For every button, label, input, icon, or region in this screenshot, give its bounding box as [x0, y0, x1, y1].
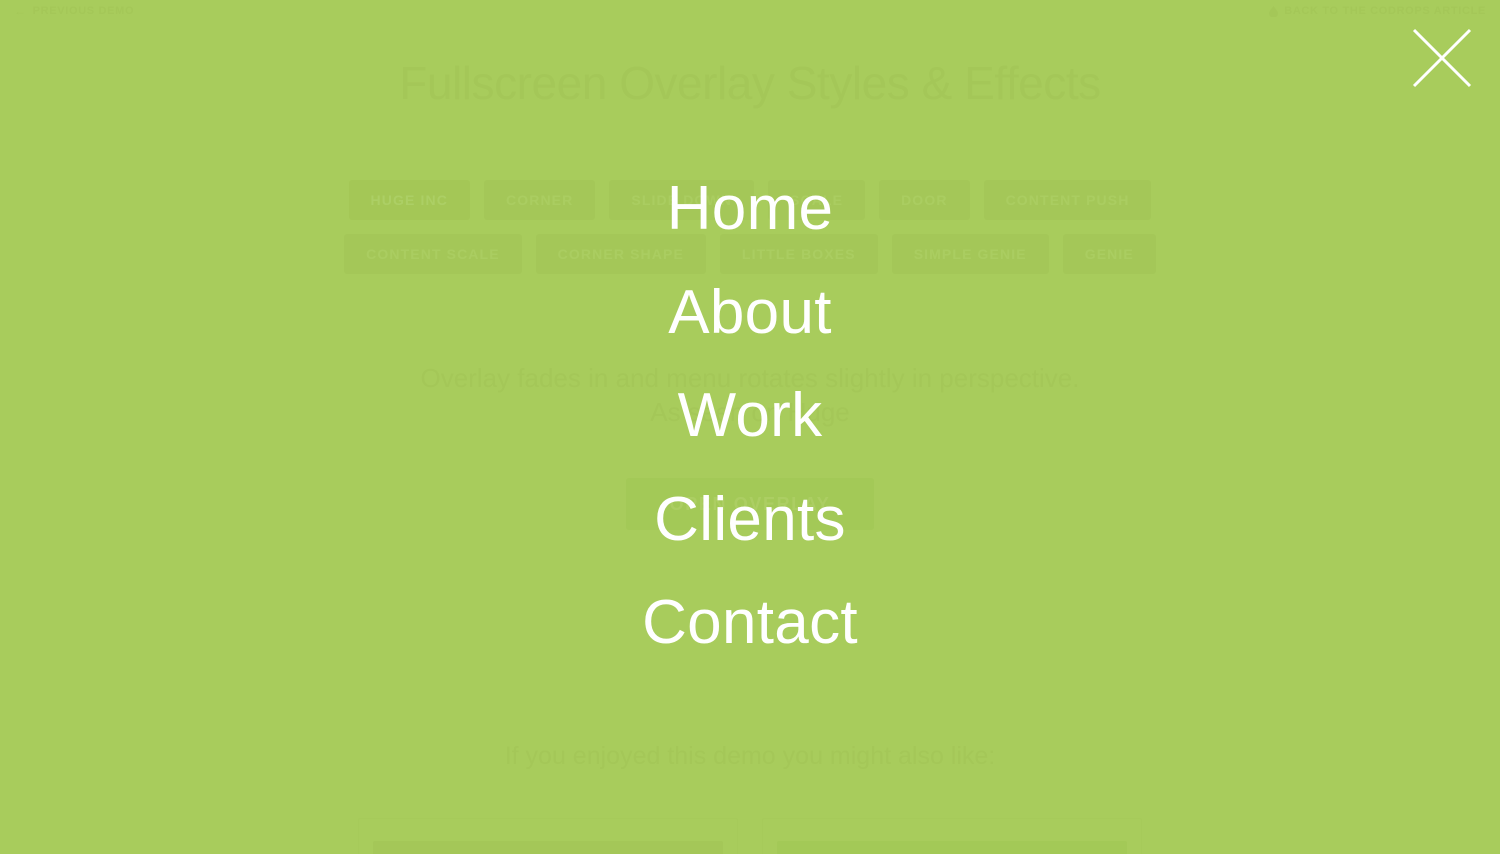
overlay-menu-link-about[interactable]: About — [642, 261, 858, 365]
overlay-menu-item: Home — [642, 157, 858, 261]
close-overlay-button[interactable] — [1406, 22, 1478, 94]
overlay-menu-link-work[interactable]: Work — [642, 364, 858, 468]
overlay-menu-link-clients[interactable]: Clients — [642, 468, 858, 572]
overlay-menu-link-contact[interactable]: Contact — [642, 571, 858, 675]
overlay-menu-item: Work — [642, 364, 858, 468]
close-x-icon — [1406, 22, 1478, 94]
overlay-menu: Home About Work Clients Contact — [642, 157, 858, 675]
overlay-menu-item: About — [642, 261, 858, 365]
overlay-menu-item: Contact — [642, 571, 858, 675]
overlay-menu-link-home[interactable]: Home — [642, 157, 858, 261]
overlay-menu-item: Clients — [642, 468, 858, 572]
fullscreen-overlay: Home About Work Clients Contact — [0, 0, 1500, 854]
